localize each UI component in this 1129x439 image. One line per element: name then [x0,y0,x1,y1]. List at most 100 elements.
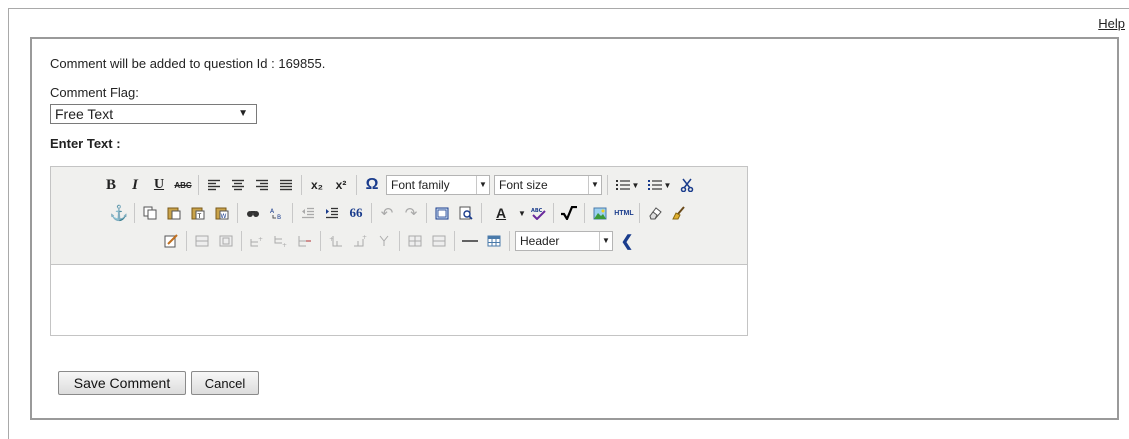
undo-icon[interactable]: ↶ [376,202,398,224]
insert-link-icon[interactable]: ❮ [616,230,638,252]
font-color-letter: A [495,205,507,221]
find-icon[interactable] [242,202,264,224]
anchor-icon[interactable]: ⚓ [108,202,130,224]
table-row-props-icon[interactable] [191,230,213,252]
font-family-label: Font family [391,178,450,192]
svg-text:+: + [282,242,287,247]
toolbar-separator [481,203,483,223]
outdent-icon[interactable] [297,202,319,224]
clean-format-icon[interactable] [668,202,690,224]
bold-button[interactable]: B [100,174,122,196]
delete-col-icon[interactable] [373,230,395,252]
dropdown-arrow-icon: ▼ [238,108,248,119]
format-select[interactable]: Header ▼ [515,231,613,251]
special-char-button[interactable]: Ω [361,174,383,196]
toolbar-separator [292,203,294,223]
toolbar-separator [320,231,321,251]
horizontal-rule-icon[interactable] [459,230,481,252]
dropdown-arrow-icon: ▼ [599,232,612,250]
indent-icon[interactable] [321,202,343,224]
dropdown-arrow-icon: ▼ [663,180,672,190]
spellcheck-icon[interactable]: ABC [527,202,549,224]
delete-row-icon[interactable] [294,230,316,252]
insert-row-before-icon[interactable]: + [246,230,268,252]
superscript-button[interactable]: x² [330,174,352,196]
toolbar-separator [509,231,510,251]
subscript-button[interactable]: x₂ [306,174,328,196]
align-justify-icon[interactable] [275,174,297,196]
fullscreen-icon[interactable] [431,202,453,224]
dropdown-arrow-icon: ▼ [476,176,489,194]
cut-icon[interactable] [676,174,698,196]
align-center-icon[interactable] [227,174,249,196]
svg-text:+: + [329,236,334,243]
italic-button[interactable]: I [124,174,146,196]
editor-text-area[interactable] [51,264,747,335]
toolbar-row-3: + + + + Header ▼ ❮ [51,228,747,254]
paste-word-icon[interactable]: W [211,202,233,224]
svg-text:B: B [277,214,281,220]
merge-cells-icon[interactable] [428,230,450,252]
toolbar-row-2: ⚓ T W AB 66 ↶ ↷ A ▼ ABC HTML [51,200,747,226]
table-cell-props-icon[interactable] [215,230,237,252]
edit-attributes-icon[interactable] [160,230,182,252]
comment-panel: Comment will be added to question Id : 1… [30,37,1119,420]
question-info-text: Comment will be added to question Id : 1… [50,56,326,71]
toolbar-separator [356,175,357,195]
align-right-icon[interactable] [251,174,273,196]
toolbar-separator [371,203,373,223]
enter-text-label: Enter Text : [50,136,121,151]
toolbar-separator [301,175,302,195]
svg-text:A: A [270,208,275,215]
font-size-select[interactable]: Font size ▼ [494,175,602,195]
toolbar-separator [399,231,400,251]
svg-text:+: + [362,235,367,241]
svg-text:T: T [197,213,202,220]
dropdown-arrow-icon: ▼ [631,180,640,190]
preview-icon[interactable] [455,202,477,224]
toolbar-separator [186,231,187,251]
paste-icon[interactable] [163,202,185,224]
font-family-select[interactable]: Font family ▼ [386,175,490,195]
image-icon[interactable] [589,202,611,224]
insert-row-after-icon[interactable]: + [270,230,292,252]
numbered-list-icon[interactable]: ▼ [644,174,674,196]
comment-flag-value: Free Text [55,106,114,122]
comment-flag-label: Comment Flag: [50,85,139,100]
insert-col-before-icon[interactable]: + [325,230,347,252]
cancel-button[interactable]: Cancel [191,371,259,395]
svg-text:W: W [221,213,227,220]
save-comment-button[interactable]: Save Comment [58,371,186,395]
eraser-icon[interactable] [644,202,666,224]
replace-icon[interactable]: AB [266,202,288,224]
toolbar-separator [583,203,585,223]
insert-table-icon[interactable] [483,230,505,252]
toolbar-row-1: B I U ABC x₂ x² Ω Font family ▼ Font siz… [51,172,747,198]
toolbar-separator [552,203,554,223]
toolbar-separator [638,203,640,223]
font-color-button[interactable]: A [486,202,516,224]
toolbar-separator [237,203,239,223]
format-select-label: Header [520,234,560,248]
align-left-icon[interactable] [203,174,225,196]
toolbar-separator [134,203,136,223]
html-source-button[interactable]: HTML [613,202,635,224]
split-cells-icon[interactable] [404,230,426,252]
blockquote-button[interactable]: 66 [345,202,367,224]
insert-col-after-icon[interactable]: + [349,230,371,252]
dropdown-arrow-icon[interactable]: ▼ [518,209,526,218]
font-size-label: Font size [499,178,548,192]
help-link[interactable]: Help [1098,16,1125,31]
copy-icon[interactable] [139,202,161,224]
bullet-list-icon[interactable]: ▼ [612,174,642,196]
rich-text-editor: B I U ABC x₂ x² Ω Font family ▼ Font siz… [50,166,748,336]
strikethrough-button[interactable]: ABC [172,174,194,196]
comment-flag-select[interactable]: Free Text ▼ [50,104,257,124]
paste-text-icon[interactable]: T [187,202,209,224]
toolbar-separator [241,231,242,251]
redo-icon[interactable]: ↷ [400,202,422,224]
underline-button[interactable]: U [148,174,170,196]
toolbar-separator [454,231,455,251]
toolbar-separator [426,203,428,223]
math-icon[interactable] [558,202,580,224]
